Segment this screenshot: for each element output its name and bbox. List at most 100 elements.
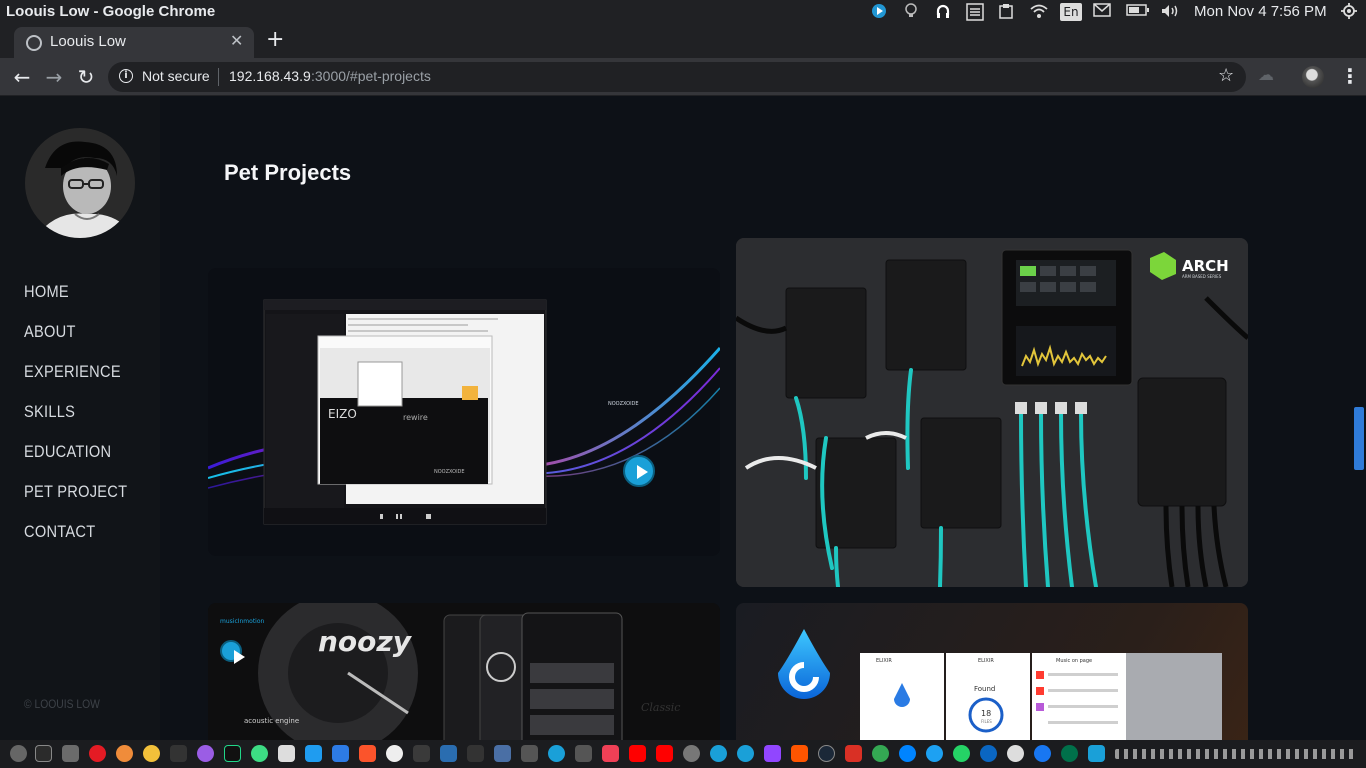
card-4-found-count: 18 <box>981 709 991 718</box>
nav-contact[interactable]: CONTACT <box>24 522 95 542</box>
pycharm-icon[interactable] <box>224 745 241 762</box>
card-4-list-header: Music on page <box>1056 658 1092 664</box>
play-icon[interactable] <box>710 745 727 762</box>
more-icon[interactable] <box>1115 749 1355 759</box>
play-tray-icon[interactable] <box>870 3 888 21</box>
settings-icon[interactable] <box>10 745 27 762</box>
bookmark-star-icon[interactable]: ☆ <box>1218 65 1234 86</box>
info-icon[interactable]: i <box>119 69 133 83</box>
youtube-icon[interactable] <box>656 745 673 762</box>
list-icon[interactable] <box>966 3 984 21</box>
project-image-noozy: musicInmotion noozy acoustic engine Clas… <box>208 603 720 740</box>
headphones-icon[interactable] <box>934 3 952 21</box>
os-top-bar: Loouis Low - Google Chrome En Mon Nov 4 … <box>0 0 1366 24</box>
wordpress-icon[interactable] <box>1007 745 1024 762</box>
profile-avatar[interactable] <box>1302 66 1324 88</box>
sidebar: HOME ABOUT EXPERIENCE SKILLS EDUCATION P… <box>0 96 160 740</box>
news-icon[interactable] <box>1088 745 1105 762</box>
menu-icon[interactable]: ⋮ <box>1340 64 1360 88</box>
card-3-play-button[interactable] <box>220 640 245 664</box>
svg-text:EIZO: EIZO <box>328 407 357 421</box>
mail-icon[interactable] <box>845 745 862 762</box>
podcast-icon[interactable] <box>197 745 214 762</box>
visual-studio-icon[interactable] <box>440 745 457 762</box>
project-card-noozy[interactable]: musicInmotion noozy acoustic engine Clas… <box>208 603 720 740</box>
reload-button[interactable]: ↻ <box>73 64 99 90</box>
volume-icon[interactable] <box>1160 3 1182 21</box>
starbucks-icon[interactable] <box>1061 745 1078 762</box>
soundcloud-icon[interactable] <box>791 745 808 762</box>
home-icon[interactable] <box>413 745 430 762</box>
files-icon[interactable] <box>62 745 79 762</box>
whatsapp-icon[interactable] <box>953 745 970 762</box>
twitter-icon[interactable] <box>926 745 943 762</box>
nav-about[interactable]: ABOUT <box>24 322 76 342</box>
nav-pet-project[interactable]: PET PROJECT <box>24 482 127 502</box>
nav-home[interactable]: HOME <box>24 282 69 302</box>
card-1-brand: NOOZXOIDE <box>608 401 639 407</box>
card-3-footer: acoustic engine <box>244 717 299 725</box>
card-1-play-button[interactable] <box>623 455 655 487</box>
terminal-icon[interactable] <box>35 745 52 762</box>
pocket-icon[interactable] <box>521 745 538 762</box>
messenger-icon[interactable] <box>899 745 916 762</box>
extension-icon[interactable]: ☁ <box>1258 65 1274 84</box>
steam-icon[interactable] <box>818 745 835 762</box>
address-bar[interactable]: i Not secure 192.168.43.9 :3000/#pet-pro… <box>108 62 1246 92</box>
tab-title: Loouis Low <box>50 33 126 50</box>
card-3-side: Classic <box>641 701 680 714</box>
clock[interactable]: Mon Nov 4 7:56 PM <box>1194 3 1327 20</box>
pocket-icon[interactable] <box>575 745 592 762</box>
chat-icon[interactable] <box>872 745 889 762</box>
facebook-icon[interactable] <box>1034 745 1051 762</box>
dock <box>0 740 1366 768</box>
play-icon[interactable] <box>737 745 754 762</box>
headphones-icon[interactable] <box>170 745 187 762</box>
url-host[interactable]: 192.168.43.9 <box>229 68 311 84</box>
firefox-icon[interactable] <box>116 745 133 762</box>
play-icon[interactable] <box>548 745 565 762</box>
pocket-icon[interactable] <box>602 745 619 762</box>
mail-icon[interactable] <box>1093 3 1111 21</box>
project-image-noozxoide: EIZO rewire NOOZXOIDE NOOZXOIDE <box>208 299 720 525</box>
project-card-elixir[interactable]: ELIXIR ELIXIR Music on page Found 18 FIL… <box>736 603 1248 740</box>
box-icon[interactable] <box>332 745 349 762</box>
project-card-arch[interactable]: ARCH ARM BASED SERIES <box>736 238 1248 587</box>
linkedin-icon[interactable] <box>980 745 997 762</box>
github-icon[interactable] <box>386 745 403 762</box>
notes-icon[interactable] <box>494 745 511 762</box>
battery-icon[interactable] <box>1126 3 1150 21</box>
nav-education[interactable]: EDUCATION <box>24 442 111 462</box>
vscode-icon[interactable] <box>305 745 322 762</box>
keyboard-layout-icon[interactable]: En <box>1060 3 1082 21</box>
security-label[interactable]: Not secure <box>142 68 210 84</box>
editor-icon[interactable] <box>278 745 295 762</box>
forward-button[interactable]: → <box>41 64 67 90</box>
wifi-icon[interactable] <box>1030 3 1048 21</box>
back-button[interactable]: ← <box>9 64 35 90</box>
new-tab-button[interactable]: + <box>266 29 284 51</box>
clipboard-icon[interactable] <box>997 3 1015 21</box>
nav-experience[interactable]: EXPERIENCE <box>24 362 121 382</box>
bulb-icon[interactable] <box>902 3 920 21</box>
project-image-arch: ARCH ARM BASED SERIES <box>736 238 1248 587</box>
media-icon[interactable] <box>467 745 484 762</box>
camera-icon[interactable] <box>683 745 700 762</box>
page-content: HOME ABOUT EXPERIENCE SKILLS EDUCATION P… <box>0 96 1366 740</box>
card-2-tagline: ARM BASED SERIES <box>1182 274 1222 279</box>
url-path[interactable]: :3000/#pet-projects <box>311 68 431 84</box>
card-4-tab-1: ELIXIR <box>876 658 892 664</box>
tab-loouis-low[interactable]: Loouis Low ✕ <box>14 27 254 58</box>
youtube-icon[interactable] <box>629 745 646 762</box>
android-icon[interactable] <box>251 745 268 762</box>
project-card-noozxoide[interactable]: EIZO rewire NOOZXOIDE NOOZXOIDE <box>208 268 720 556</box>
brave-icon[interactable] <box>359 745 376 762</box>
twitch-icon[interactable] <box>764 745 781 762</box>
nav-skills[interactable]: SKILLS <box>24 402 75 422</box>
opera-icon[interactable] <box>89 745 106 762</box>
window-title: Loouis Low - Google Chrome <box>6 3 216 20</box>
scrollbar-thumb[interactable] <box>1354 407 1364 470</box>
tab-close-icon[interactable]: ✕ <box>230 31 243 50</box>
power-icon[interactable] <box>1340 3 1358 21</box>
chrome-icon[interactable] <box>143 745 160 762</box>
